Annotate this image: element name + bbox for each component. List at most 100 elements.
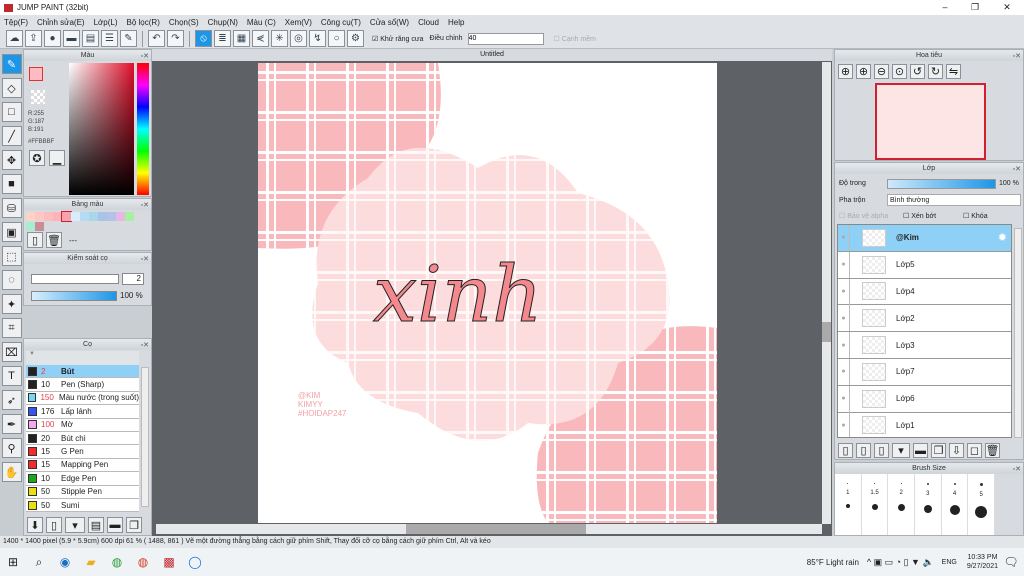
zoom-out-icon[interactable]: ⊖ (874, 64, 889, 79)
document-canvas[interactable]: xinh @KIM KIMYY #HOIDAP247 (258, 63, 717, 523)
brush-item[interactable]: 176 Lấp lánh (26, 405, 139, 419)
brush-item[interactable]: 10 Edge Pen (26, 472, 139, 486)
menu-tools[interactable]: Công cụ(T) (321, 18, 361, 27)
message-icon[interactable]: ▬ (63, 30, 80, 47)
chrome-profile-icon[interactable]: ◍ (130, 548, 156, 576)
brush-size-cell[interactable]: 4 (942, 474, 969, 535)
panel-close-icon[interactable]: ▫✕ (1013, 164, 1021, 175)
brush-item[interactable]: 2 Bút (26, 365, 139, 379)
brush-group-header[interactable]: ▼ (26, 351, 139, 365)
color-swatch[interactable] (44, 212, 53, 221)
horizontal-scrollbar[interactable] (156, 524, 822, 534)
navigator-preview[interactable] (875, 83, 986, 160)
copy-brush-icon[interactable]: ❐ (126, 517, 142, 533)
delete-swatch-icon[interactable]: 🗑 (46, 232, 62, 248)
select-pen-tool-icon[interactable]: ⌗ (1, 318, 22, 338)
brush-size-cell[interactable]: 1 (835, 474, 862, 535)
panel-close-icon[interactable]: ▫✕ (141, 340, 149, 351)
brush-menu-icon[interactable]: ▾ (65, 517, 85, 533)
flip-icon[interactable]: ⇋ (946, 64, 961, 79)
color-swatch[interactable] (125, 212, 134, 221)
layer-visibility-icon[interactable]: ● (838, 225, 850, 251)
panel-close-icon[interactable]: ▫✕ (1013, 464, 1021, 475)
rotate-right-icon[interactable]: ↻ (928, 64, 943, 79)
lock-checkbox[interactable]: ☐ Khóa (963, 212, 988, 220)
brush-settings-icon[interactable]: ▤ (88, 517, 104, 533)
menu-filter[interactable]: Bộ lọc(R) (127, 18, 160, 27)
color-swatch[interactable] (26, 212, 35, 221)
edit-icon[interactable]: ✎ (120, 30, 137, 47)
menu-view[interactable]: Xem(V) (285, 18, 312, 27)
new-brush-icon[interactable]: ▯ (46, 517, 62, 533)
brush-tool-icon[interactable]: ✎ (1, 54, 22, 74)
minimize-button[interactable]: – (930, 0, 960, 15)
layer-row[interactable]: ● Lớp7 (838, 358, 1011, 386)
pen-tool-icon[interactable]: ✒ (1, 414, 22, 434)
move-tool-icon[interactable]: ✥ (1, 150, 22, 170)
eyedropper-tool-icon[interactable]: ⚲ (1, 438, 22, 458)
perspective-icon[interactable]: ⋞ (252, 30, 269, 47)
menu-window[interactable]: Cửa sổ(W) (370, 18, 409, 27)
copy-layer-icon[interactable]: ❐ (931, 443, 946, 458)
layer-visibility-icon[interactable]: ● (838, 332, 850, 359)
color-swatch[interactable] (26, 222, 35, 231)
jump-paint-icon[interactable]: ▩ (156, 548, 182, 576)
share-icon[interactable]: ⇪ (25, 30, 42, 47)
new-layer-1bit-icon[interactable]: ▯ (874, 443, 889, 458)
layer-row[interactable]: ● Lớp3 (838, 332, 1011, 359)
brush-list-scrollbar[interactable] (141, 367, 149, 507)
close-button[interactable]: ✕ (992, 0, 1022, 15)
merge-layer-icon[interactable]: ⇩ (949, 443, 964, 458)
blend-mode-select[interactable]: Bình thường (887, 194, 1021, 206)
color-swatch[interactable] (98, 212, 107, 221)
document-icon[interactable]: ▤ (82, 30, 99, 47)
color-swatch[interactable] (107, 212, 116, 221)
brush-item[interactable]: 150 Màu nước (trong suốt) (26, 391, 139, 406)
layer-visibility-icon[interactable]: ● (838, 385, 850, 412)
brush-size-cell[interactable]: 1.5 (862, 474, 889, 535)
brush-item[interactable]: 10 Pen (Sharp) (26, 378, 139, 392)
clip-checkbox[interactable]: ☐ Xén bớt (903, 212, 936, 220)
foreground-color[interactable] (29, 67, 43, 81)
brush-item[interactable]: 50 Sumi (26, 498, 139, 512)
undo-icon[interactable]: ↶ (148, 30, 165, 47)
menu-file[interactable]: Tệp(F) (4, 18, 28, 27)
color-swatch[interactable] (80, 212, 89, 221)
color-swatch[interactable] (35, 212, 44, 221)
layer-opacity-slider[interactable] (887, 179, 996, 189)
select-rect-tool-icon[interactable]: ⬚ (1, 246, 22, 266)
color-picker-icon[interactable]: ▁ (49, 150, 65, 166)
hue-slider[interactable] (137, 63, 149, 195)
layer-settings-icon[interactable]: ✹ (998, 231, 1007, 244)
clear-layer-icon[interactable]: ◻ (967, 443, 982, 458)
vertical-scrollbar[interactable] (822, 62, 831, 524)
tray-icons[interactable]: ^ ▣ ▭ ◔ ▯ ▼ 🔈 (867, 557, 934, 568)
rectangle-tool-icon[interactable]: □ (1, 102, 22, 122)
magic-wand-tool-icon[interactable]: ✦ (1, 294, 22, 314)
palette-icon[interactable]: ✪ (29, 150, 45, 166)
layer-visibility-icon[interactable]: ● (838, 305, 850, 332)
chrome-icon[interactable]: ◍ (104, 548, 130, 576)
fill-rect-tool-icon[interactable]: ■ (1, 174, 22, 194)
layer-visibility-icon[interactable]: ● (838, 251, 850, 278)
gradient-tool-icon[interactable]: ▣ (1, 222, 22, 242)
zalo-icon[interactable]: ◯ (182, 548, 208, 576)
menu-layer[interactable]: Lớp(L) (94, 18, 118, 27)
brush-size-cell[interactable]: 5 (968, 474, 996, 535)
curve-icon[interactable]: ↯ (309, 30, 326, 47)
antialias-checkbox[interactable]: ☑ Khử răng cưa (372, 35, 423, 43)
download-brush-icon[interactable]: ⬇ (27, 517, 43, 533)
comment-icon[interactable]: ● (44, 30, 61, 47)
layer-row[interactable]: ● @Kim ✹ (838, 225, 1011, 252)
grid-ruler-icon[interactable]: ▦ (233, 30, 250, 47)
weather[interactable]: 85°F Light rain (807, 558, 859, 567)
layer-row[interactable]: ● Lớp1 (838, 412, 1011, 437)
transparent-color[interactable] (31, 90, 45, 104)
redo-icon[interactable]: ↷ (167, 30, 184, 47)
parallel-ruler-icon[interactable]: ≣ (214, 30, 231, 47)
layer-list-scrollbar[interactable] (1014, 228, 1022, 438)
ruler-off-icon[interactable]: ⦸ (195, 30, 212, 47)
brush-size-cell[interactable]: 3 (915, 474, 942, 535)
protect-alpha-checkbox[interactable]: ☐ Bảo vệ alpha (839, 212, 888, 220)
file-explorer-icon[interactable]: ▰ (78, 548, 104, 576)
